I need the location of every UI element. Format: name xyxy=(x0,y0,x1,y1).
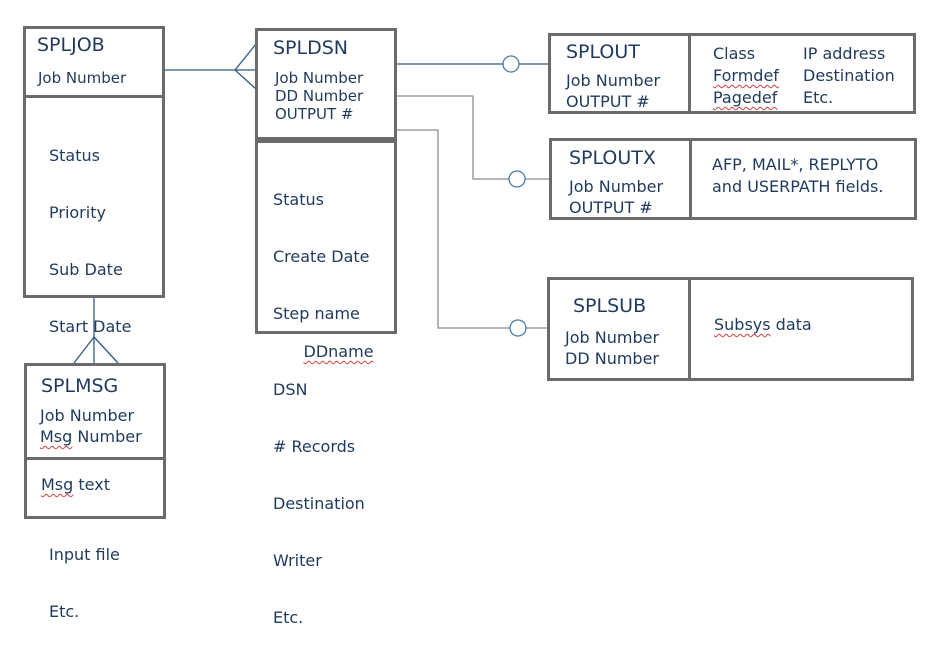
relationship-spldsn-splout xyxy=(396,55,548,73)
attribute: Formdef xyxy=(713,66,779,85)
attribute: Destination xyxy=(803,66,895,85)
attribute: Priority xyxy=(49,203,106,222)
attribute: Destination xyxy=(273,494,365,513)
attribute: Create Date xyxy=(273,247,370,266)
flagged-word: Msg xyxy=(40,427,73,446)
key-field: DD Number xyxy=(275,87,364,105)
spldsn-key-box: SPLDSN Job Number DD Number OUTPUT # xyxy=(255,28,397,140)
spldsn-attributes-box: Status Create Date Step name DDname DSN … xyxy=(255,140,397,627)
splout-key-box: SPLOUT Job Number OUTPUT # xyxy=(548,33,691,114)
splsub-attributes-box: Subsys data xyxy=(688,277,914,381)
attribute: Class xyxy=(713,44,756,63)
sploutx-key-box: SPLOUTX Job Number OUTPUT # xyxy=(549,138,692,220)
attribute: Subsys data xyxy=(714,315,812,334)
key-field: Job Number xyxy=(40,406,135,425)
attribute: Etc. xyxy=(803,88,834,107)
optional-circle-icon xyxy=(502,55,520,73)
optional-circle-icon xyxy=(508,170,526,188)
attribute: AFP, MAIL*, REPLYTO xyxy=(712,155,879,174)
key-field: Job Number xyxy=(569,177,664,196)
entity-title: SPLDSN xyxy=(273,37,349,59)
optional-circle-icon xyxy=(509,319,527,337)
entity-title: SPLOUT xyxy=(566,41,640,63)
attribute: and USERPATH fields. xyxy=(712,177,884,196)
key-field: OUTPUT # xyxy=(569,198,653,217)
splmsg-key-box: SPLMSG Job Number Msg Number xyxy=(24,363,166,460)
flagged-word: Subsys xyxy=(714,315,771,334)
key-field: Job Number xyxy=(566,71,661,90)
relationship-spljob-spldsn xyxy=(164,43,257,90)
relationship-spldsn-sploutx xyxy=(396,95,549,188)
attribute: Sub Date xyxy=(49,260,123,279)
attribute: DSN xyxy=(273,380,308,399)
spljob-attributes-box: Status Priority Sub Date Start Date End … xyxy=(23,95,165,621)
attribute: # Records xyxy=(273,437,356,456)
spljob-key-box: SPLJOB Job Number xyxy=(23,26,165,98)
entity-title: SPLJOB xyxy=(37,34,105,56)
key-field: Job Number xyxy=(565,328,660,347)
attribute: Step name xyxy=(273,304,360,323)
splmsg-attributes-box: Msg text xyxy=(24,457,166,519)
attribute: Etc. xyxy=(273,608,304,627)
attribute: Status xyxy=(49,146,100,165)
splsub-key-box: SPLSUB Job Number DD Number xyxy=(547,277,691,381)
key-field: Job Number xyxy=(38,69,127,87)
attribute: DDname xyxy=(303,342,374,361)
flagged-word: Msg xyxy=(41,475,74,494)
attribute: Pagedef xyxy=(713,88,778,107)
entity-title: SPLOUTX xyxy=(569,147,656,169)
attribute-text: Subsys data xyxy=(714,315,812,334)
key-field: Job Number xyxy=(275,69,364,87)
attribute: Etc. xyxy=(49,602,80,621)
attribute: IP address xyxy=(803,44,886,63)
attribute-list: Status Create Date Step name DDname DSN … xyxy=(273,152,374,665)
sploutx-attributes-box: AFP, MAIL*, REPLYTO and USERPATH fields. xyxy=(689,138,917,220)
attribute: Input file xyxy=(49,545,120,564)
entity-title: SPLMSG xyxy=(41,375,119,397)
attribute: Status xyxy=(273,190,324,209)
key-field: OUTPUT # xyxy=(566,92,650,111)
attribute: Start Date xyxy=(49,317,132,336)
attribute: Writer xyxy=(273,551,322,570)
relationship-spldsn-splsub xyxy=(396,129,547,337)
entity-title: SPLSUB xyxy=(573,295,647,317)
key-field: Msg Number xyxy=(40,427,142,446)
key-field: OUTPUT # xyxy=(275,105,354,123)
splout-attributes-box: Class Formdef Pagedef IP address Destina… xyxy=(688,33,916,114)
key-field: DD Number xyxy=(565,349,659,368)
attribute: Msg text xyxy=(41,475,110,494)
